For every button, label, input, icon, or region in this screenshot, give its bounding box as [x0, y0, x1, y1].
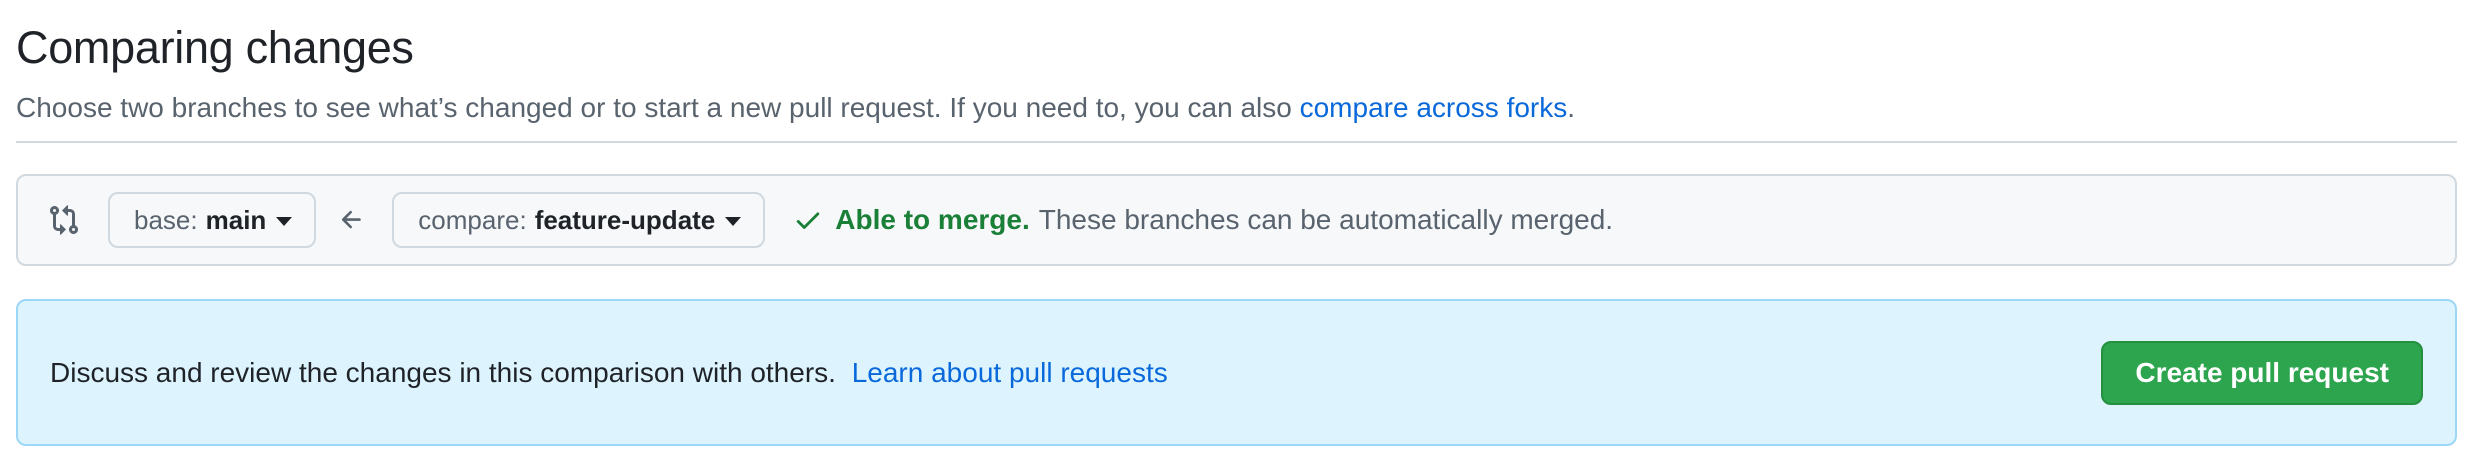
compare-prefix: compare:: [418, 204, 527, 235]
base-branch-name: main: [205, 204, 267, 235]
merge-status-label: Able to merge.: [835, 204, 1030, 235]
triangle-down-icon: [276, 217, 293, 226]
base-branch-selector[interactable]: base: main: [108, 192, 317, 248]
create-pr-banner: Discuss and review the changes in this c…: [16, 299, 2457, 446]
merge-status-description: These branches can be automatically merg…: [1038, 204, 1614, 235]
compare-branch-name: feature-update: [534, 204, 716, 235]
page-title: Comparing changes: [16, 22, 414, 73]
arrow-left-icon: [332, 206, 372, 234]
triangle-down-icon: [725, 217, 742, 226]
git-compare-icon: [48, 204, 80, 236]
learn-pull-requests-link[interactable]: Learn about pull requests: [852, 357, 1168, 388]
create-pull-request-button[interactable]: Create pull request: [2101, 340, 2423, 405]
header-divider: [16, 141, 2457, 143]
page-subtitle: Choose two branches to see what’s change…: [16, 90, 2458, 126]
branch-range-bar: base: main compare: feature-update Able …: [16, 174, 2457, 266]
subtitle-period: .: [1567, 92, 1576, 123]
compare-across-forks-link[interactable]: compare across forks: [1300, 92, 1568, 123]
base-prefix: base:: [134, 204, 198, 235]
check-icon: [793, 205, 823, 235]
compare-page: Comparing changes Choose two branches to…: [0, 0, 2474, 472]
banner-message: Discuss and review the changes in this c…: [50, 357, 1168, 389]
subtitle-text: Choose two branches to see what’s change…: [16, 92, 1292, 123]
banner-text: Discuss and review the changes in this c…: [50, 356, 836, 388]
merge-status: Able to merge. These branches can be aut…: [793, 204, 1613, 236]
compare-branch-selector[interactable]: compare: feature-update: [392, 192, 766, 248]
